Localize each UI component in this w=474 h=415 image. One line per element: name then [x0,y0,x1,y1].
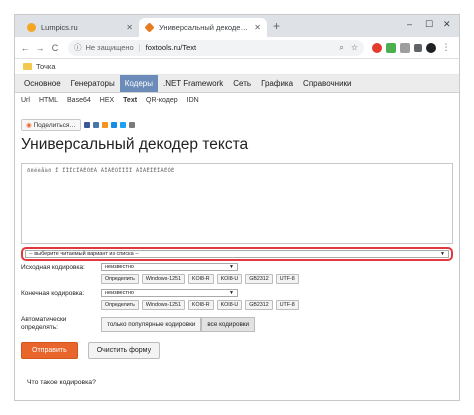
target-utf8-button[interactable]: UTF-8 [275,300,299,310]
url-text: foxtools.ru/Text [145,43,197,52]
source-gb2312-button[interactable]: GB2312 [245,274,273,284]
variant-select-value: -- выберите читаемый вариант из списка -… [29,251,139,257]
info-icon[interactable]: ⓘ [74,42,82,53]
source-encoding-buttons: Определить Windows-1251 KOI8-R KOI8-U GB… [101,274,453,284]
gray-extension-icon[interactable] [400,42,410,53]
tab-strip: Lumpics.ru ✕ Универсальный декодер текст… [15,15,459,37]
subnav-item-base64[interactable]: Base64 [67,97,91,104]
target-detect-button[interactable]: Определить [101,300,139,310]
target-gb2312-button[interactable]: GB2312 [245,300,273,310]
share-button[interactable]: ◉ Поделиться… [21,119,81,131]
subnav-item-url[interactable]: Url [21,97,30,104]
chevron-down-icon: ▼ [440,251,445,257]
source-detect-button[interactable]: Определить [101,274,139,284]
tab-decoder[interactable]: Универсальный декодер текста ✕ [139,18,267,37]
browser-window: Lumpics.ru ✕ Универсальный декодер текст… [14,14,460,401]
target-koi8u-button[interactable]: KOI8-U [216,300,243,310]
subnav-item-qr[interactable]: QR-кодер [146,97,178,104]
zoom-icon[interactable]: ⌕ [339,43,343,53]
tab-title: Lumpics.ru [41,23,78,32]
target-encoding-value: неизвестно [105,290,134,296]
bookmarks-bar: Точка [15,59,459,75]
folder-icon [23,63,32,70]
input-textarea[interactable]: ðëêèåàõ Ï ÏÏÏCÏÀÊÓÈÀ ÀÏÀÊÓÏÏÏÏ ÀÏÀËÏÊÏÀÊ… [21,163,453,244]
share-label: Поделиться… [33,122,76,129]
source-encoding-value: неизвестно [105,264,134,270]
facebook-icon[interactable] [83,122,90,128]
maximize-button[interactable]: ☐ [425,19,433,30]
variant-highlight: -- выберите читаемый вариант из списка -… [21,247,453,261]
target-encoding-label: Конечная кодировка: [21,289,85,297]
forward-button[interactable]: → [34,43,46,53]
auto-detect-row: Автоматически определять: только популяр… [21,316,453,332]
target-encoding-row: Конечная кодировка: неизвестно ▼ [21,289,453,297]
subnav-item-html[interactable]: HTML [39,97,58,104]
mailru-icon[interactable] [110,122,117,128]
site-main-nav: Основное Генераторы Кодеры .NET Framewor… [15,75,459,93]
nav-item-dotnet[interactable]: .NET Framework [158,75,228,92]
target-koi8r-button[interactable]: KOI8-R [187,300,214,310]
tab-lumpics[interactable]: Lumpics.ru ✕ [21,18,139,37]
main-content: ◉ Поделиться… Универсальный декодер текс… [15,107,459,386]
twitter-icon[interactable] [119,122,126,128]
bookmark-item[interactable]: Точка [36,62,56,71]
address-bar[interactable]: ⓘ Не защищено | foxtools.ru/Text ⌕ ☆ [68,39,364,56]
email-icon[interactable] [128,122,135,128]
back-button[interactable]: ← [19,43,31,53]
tab-title: Универсальный декодер текста [159,23,251,32]
profile-avatar-icon[interactable] [426,42,436,53]
target-encoding-select[interactable]: неизвестно ▼ [101,289,238,297]
submit-button[interactable]: Отправить [21,342,78,359]
security-status: Не защищено [85,43,134,52]
close-window-button[interactable]: ✕ [443,19,451,30]
opera-extension-icon[interactable] [372,42,382,53]
nav-item-set[interactable]: Сеть [228,75,256,92]
nav-item-grafika[interactable]: Графика [256,75,298,92]
tab-close-icon[interactable]: ✕ [126,23,133,32]
source-encoding-select[interactable]: неизвестно ▼ [101,263,238,271]
page-title: Универсальный декодер текста [21,136,249,153]
menu-kebab-icon[interactable]: ⋮ [440,42,452,53]
green-extension-icon[interactable] [386,42,396,53]
source-koi8r-button[interactable]: KOI8-R [187,274,214,284]
variant-select[interactable]: -- выберите читаемый вариант из списка -… [25,250,449,258]
nav-item-spravochniki[interactable]: Справочники [298,75,356,92]
target-encoding-buttons: Определить Windows-1251 KOI8-R KOI8-U GB… [101,300,453,310]
clear-form-button[interactable]: Очистить форму [87,342,161,359]
auto-detect-label: Автоматически определять: [21,316,67,331]
lumpics-favicon-icon [27,23,36,32]
site-sub-nav: Url HTML Base64 HEX Text QR-кодер IDN [15,93,459,107]
auto-popular-option[interactable]: только популярные кодировки [101,316,202,332]
source-win1251-button[interactable]: Windows-1251 [141,274,185,284]
vk-icon[interactable] [92,122,99,128]
subnav-item-idn[interactable]: IDN [187,97,199,104]
nav-item-kodery[interactable]: Кодеры [119,75,158,92]
chevron-down-icon: ▼ [229,290,234,296]
share-bar: ◉ Поделиться… [21,119,453,131]
target-win1251-button[interactable]: Windows-1251 [141,300,185,310]
share-icon: ◉ [26,122,32,129]
puzzle-extensions-icon[interactable] [414,43,422,52]
odnoklassniki-icon[interactable] [101,122,108,128]
bookmark-star-icon[interactable]: ☆ [351,43,358,53]
faq-heading[interactable]: Что такое кодировка? [21,379,453,386]
source-utf8-button[interactable]: UTF-8 [275,274,299,284]
new-tab-button[interactable]: + [273,19,280,33]
subnav-item-hex[interactable]: HEX [100,97,114,104]
source-encoding-row: Исходная кодировка: неизвестно ▼ [21,263,453,271]
auto-all-option[interactable]: все кодировки [201,316,256,332]
minimize-button[interactable]: – [407,19,412,29]
source-encoding-label: Исходная кодировка: [21,263,85,271]
auto-detect-toggle: только популярные кодировки все кодировк… [101,316,256,332]
nav-item-generatory[interactable]: Генераторы [66,75,120,92]
tab-close-icon[interactable]: ✕ [254,23,261,32]
browser-toolbar: ← → C ⓘ Не защищено | foxtools.ru/Text ⌕… [15,37,459,59]
form-actions: Отправить Очистить форму [21,342,453,359]
foxtools-favicon-icon [144,22,155,33]
nav-item-osnovnoe[interactable]: Основное [19,75,66,92]
chevron-down-icon: ▼ [229,264,234,270]
subnav-item-text[interactable]: Text [123,97,137,104]
reload-button[interactable]: C [49,43,61,53]
source-koi8u-button[interactable]: KOI8-U [216,274,243,284]
